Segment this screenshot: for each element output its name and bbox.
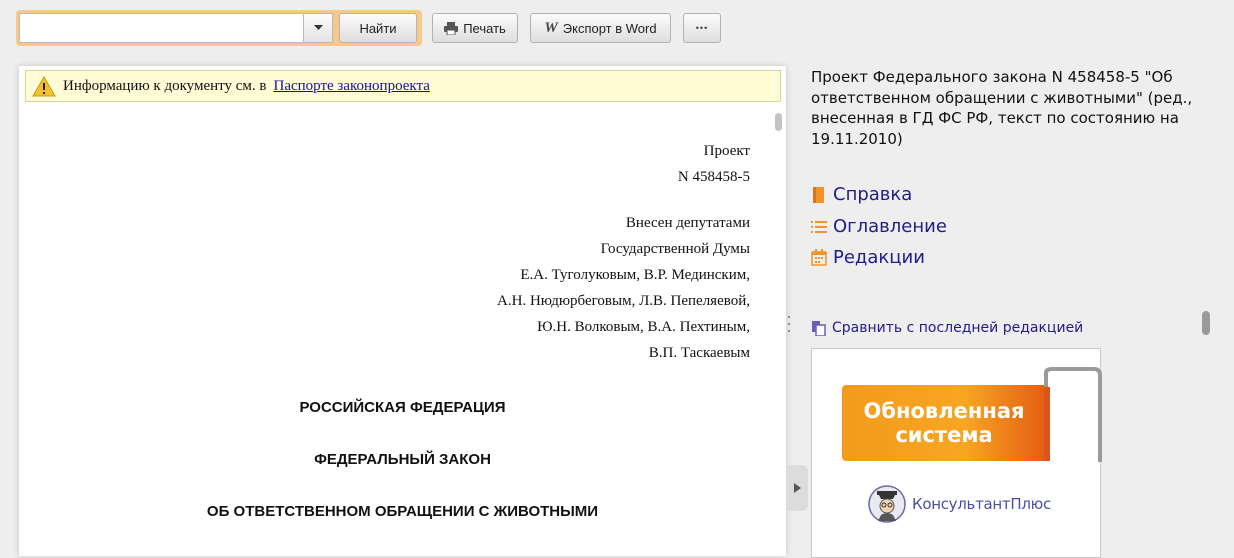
sidebar-link-label: Редакции <box>833 247 925 268</box>
doc-line: А.Н. Нюдюрбеговым, Л.В. Пепеляевой, <box>497 293 750 309</box>
find-button-label: Найти <box>359 20 397 36</box>
document-scrollbar[interactable] <box>775 113 782 131</box>
banner-line-2: система <box>895 423 993 447</box>
more-icon: ••• <box>695 23 709 33</box>
print-button[interactable]: Печать <box>432 13 518 43</box>
professor-avatar-icon <box>868 485 906 523</box>
list-icon <box>811 220 827 233</box>
chevron-right-icon <box>794 483 801 493</box>
doc-heading: ОБ ОТВЕТСТВЕННОМ ОБРАЩЕНИИ С ЖИВОТНЫМИ <box>206 503 599 520</box>
doc-line: Е.А. Туголуковым, В.Р. Мединским, <box>520 267 750 283</box>
word-icon: W <box>544 19 558 36</box>
banner-line-1: Обновленная <box>863 399 1025 423</box>
consultant-logo: КонсультантПлюс <box>868 485 1051 523</box>
chevron-down-icon <box>313 25 323 30</box>
print-button-label: Печать <box>463 20 506 36</box>
document-panel: Информацию к документу см. в Паспорте за… <box>19 66 786 556</box>
export-word-label: Экспорт в Word <box>562 20 657 36</box>
doc-heading: РОССИЙСКАЯ ФЕДЕРАЦИЯ <box>299 399 506 416</box>
document-title: Проект Федерального закона N 458458-5 "О… <box>811 68 1193 148</box>
sidebar-link-label: Оглавление <box>833 216 947 237</box>
banner-headline: Обновленная система <box>844 399 1044 447</box>
info-bar-text: Информацию к документу см. в <box>63 77 267 94</box>
sidebar-link-spravka[interactable]: Справка <box>811 184 912 205</box>
doc-line: Государственной Думы <box>600 241 750 257</box>
doc-line: Внесен депутатами <box>625 215 750 231</box>
info-bar: Информацию к документу см. в Паспорте за… <box>25 70 781 102</box>
compare-document-icon <box>812 320 826 336</box>
search-history-dropdown[interactable] <box>303 13 333 43</box>
doc-heading: ФЕДЕРАЛЬНЫЙ ЗАКОН <box>314 451 491 468</box>
sidebar-scrollbar[interactable] <box>1202 311 1210 335</box>
find-button[interactable]: Найти <box>339 13 417 43</box>
sidebar-link-editions[interactable]: Редакции <box>811 247 925 268</box>
doc-line: Проект <box>703 143 750 159</box>
warning-icon <box>32 75 56 96</box>
panel-splitter[interactable] <box>786 316 792 332</box>
collapse-sidebar-button[interactable] <box>787 465 808 511</box>
sidebar-link-label: Справка <box>833 184 913 205</box>
doc-line: Ю.Н. Волковым, В.А. Пехтиным, <box>537 319 750 335</box>
calendar-icon <box>811 249 827 266</box>
compare-editions-link[interactable]: Сравнить с последней редакцией <box>811 320 1083 336</box>
book-icon <box>813 186 824 203</box>
export-word-button[interactable]: W Экспорт в Word <box>530 13 671 43</box>
search-bar: Найти <box>16 10 422 46</box>
search-input[interactable] <box>19 13 303 43</box>
more-button[interactable]: ••• <box>683 13 721 43</box>
compare-link-label: Сравнить с последней редакцией <box>832 320 1084 336</box>
banner-logo-text: КонсультантПлюс <box>912 495 1051 513</box>
doc-line: В.П. Таскаевым <box>648 345 750 361</box>
printer-icon <box>444 21 459 35</box>
roller-handle-graphic <box>1044 367 1102 462</box>
promo-banner[interactable]: Обновленная система КонсультантПлюс <box>811 348 1102 558</box>
doc-line: N 458458-5 <box>677 169 750 185</box>
passport-link[interactable]: Паспорте законопроекта <box>273 78 429 95</box>
sidebar-link-contents[interactable]: Оглавление <box>811 216 947 237</box>
